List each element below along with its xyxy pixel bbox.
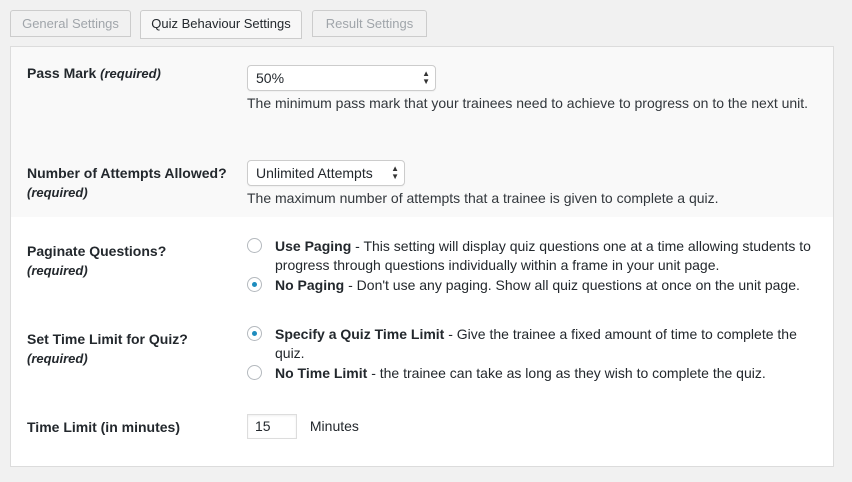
- pass-mark-description: The minimum pass mark that your trainees…: [247, 95, 809, 111]
- paginate-label-text: Paginate Questions?: [27, 243, 167, 259]
- time-limit-label: Time Limit (in minutes): [27, 419, 180, 435]
- quiz-behaviour-panel: Pass Mark (required) 50% ▲ ▼ The minimum …: [10, 46, 834, 467]
- attempts-label: Number of Attempts Allowed? (required): [27, 164, 227, 202]
- time-limit-setting-label: Set Time Limit for Quiz? (required): [27, 330, 227, 368]
- tab-result-settings[interactable]: Result Settings: [312, 10, 427, 37]
- pass-mark-select-value: 50%: [256, 70, 285, 86]
- attempts-description: The maximum number of attempts that a tr…: [247, 190, 719, 206]
- time-limit-row: Time Limit (in minutes) 15 Minutes: [11, 389, 833, 459]
- tab-quiz-behaviour-settings[interactable]: Quiz Behaviour Settings: [140, 10, 302, 39]
- attempts-select-value: Unlimited Attempts: [256, 165, 373, 181]
- option-title: No Time Limit: [275, 365, 368, 381]
- select-arrows-icon: ▲ ▼: [391, 164, 399, 181]
- no-time-limit-radio[interactable]: [247, 365, 262, 380]
- no-paging-radio[interactable]: [247, 277, 262, 292]
- time-limit-setting-field: Specify a Quiz Time Limit - Give the tra…: [247, 325, 827, 383]
- option-description: - Don't use any paging. Show all quiz qu…: [344, 277, 800, 293]
- required-note: (required): [27, 185, 88, 200]
- pass-mark-field: 50% ▲ ▼ The minimum pass mark that your t…: [247, 65, 827, 112]
- use-paging-radio[interactable]: [247, 238, 262, 253]
- no-paging-option[interactable]: No Paging - Don't use any paging. Show a…: [247, 276, 827, 295]
- pass-mark-label-text: Pass Mark: [27, 65, 97, 81]
- use-paging-option[interactable]: Use Paging - This setting will display q…: [247, 237, 827, 275]
- paginate-field: Use Paging - This setting will display q…: [247, 237, 827, 295]
- option-description: - This setting will display quiz questio…: [275, 238, 811, 273]
- pass-mark-select[interactable]: 50% ▲ ▼: [247, 65, 436, 91]
- pass-mark-row: Pass Mark (required) 50% ▲ ▼ The minimum …: [11, 47, 833, 147]
- tab-general-settings[interactable]: General Settings: [10, 10, 131, 37]
- time-limit-setting-row: Set Time Limit for Quiz? (required) Spec…: [11, 305, 833, 389]
- option-description: - the trainee can take as long as they w…: [367, 365, 766, 381]
- pass-mark-label: Pass Mark (required): [27, 64, 227, 83]
- paginate-row: Paginate Questions? (required) Use Pagin…: [11, 217, 833, 305]
- option-title: Specify a Quiz Time Limit: [275, 326, 445, 342]
- time-limit-unit: Minutes: [309, 418, 359, 434]
- attempts-field: Unlimited Attempts ▲ ▼ The maximum number…: [247, 160, 827, 207]
- attempts-select[interactable]: Unlimited Attempts ▲ ▼: [247, 160, 405, 186]
- attempts-row: Number of Attempts Allowed? (required) U…: [11, 147, 833, 217]
- paginate-label: Paginate Questions? (required): [27, 242, 227, 280]
- attempts-label-text: Number of Attempts Allowed?: [27, 165, 227, 181]
- required-note: (required): [27, 351, 88, 366]
- time-limit-setting-label-text: Set Time Limit for Quiz?: [27, 331, 188, 347]
- no-time-limit-option[interactable]: No Time Limit - the trainee can take as …: [247, 364, 827, 383]
- required-note: (required): [27, 263, 88, 278]
- specify-time-limit-option[interactable]: Specify a Quiz Time Limit - Give the tra…: [247, 325, 827, 363]
- option-title: No Paging: [275, 277, 345, 293]
- option-title: Use Paging: [275, 238, 352, 254]
- specify-time-limit-radio[interactable]: [247, 326, 262, 341]
- time-limit-input[interactable]: 15: [247, 414, 297, 439]
- select-arrows-icon: ▲ ▼: [422, 69, 430, 86]
- time-limit-field: 15 Minutes: [247, 414, 827, 439]
- required-note: (required): [100, 66, 161, 81]
